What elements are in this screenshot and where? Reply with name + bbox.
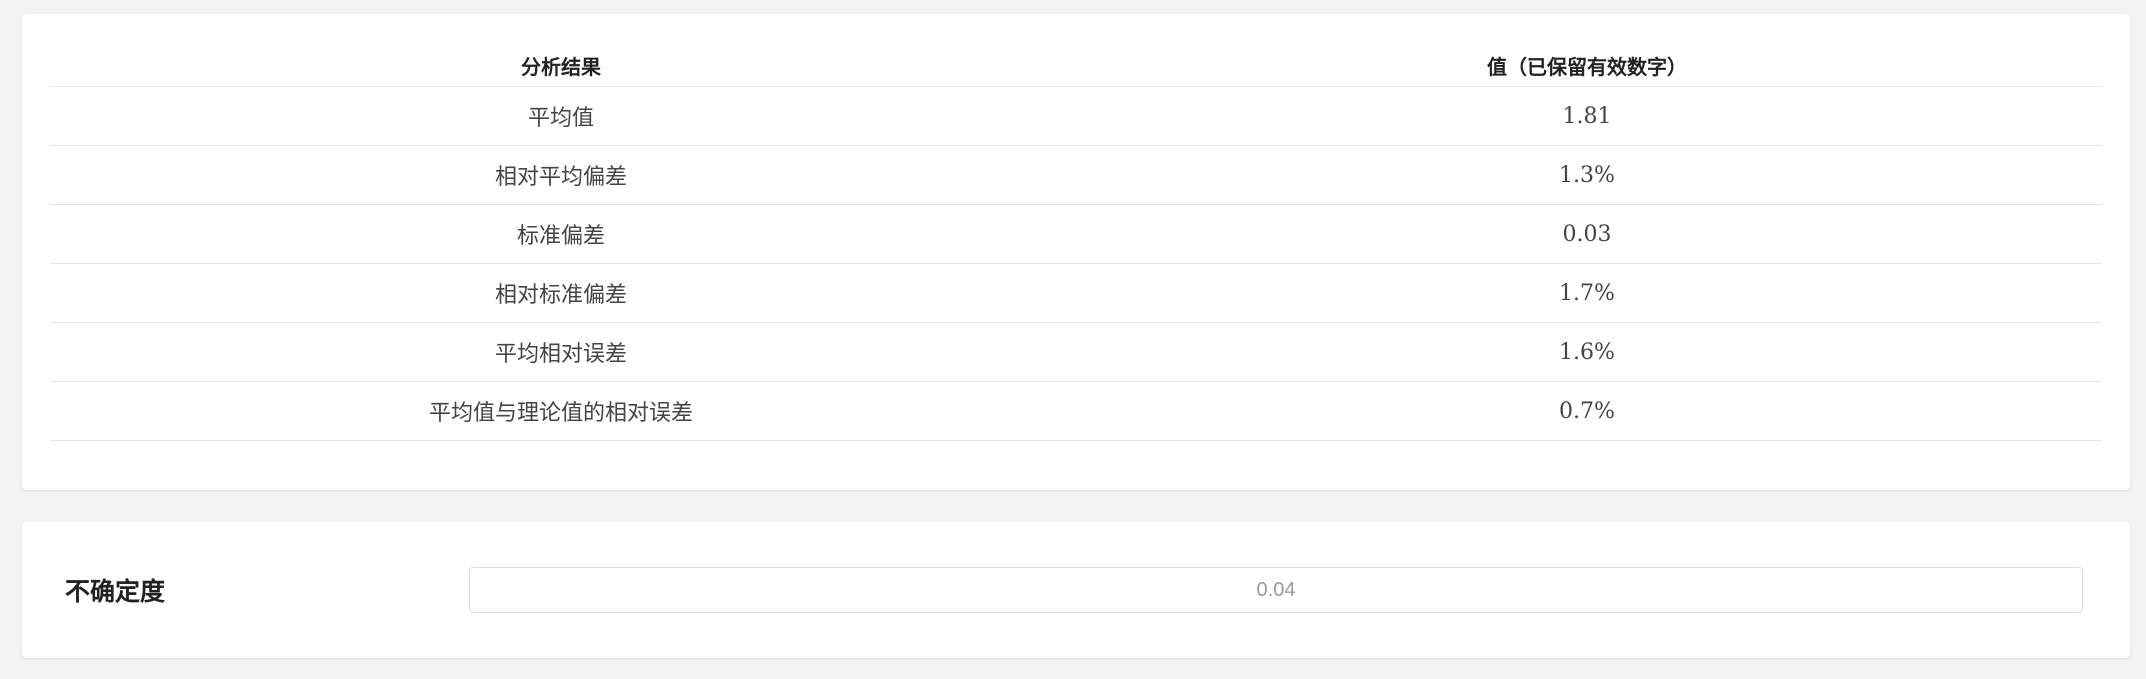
row-label-relative-mean-deviation: 相对平均偏差 <box>50 145 1072 205</box>
table-header-row: 分析结果 值（已保留有效数字） <box>50 44 2102 87</box>
row-label-relative-standard-deviation: 相对标准偏差 <box>50 263 1072 323</box>
table-row: 相对平均偏差 1.3% <box>50 145 2102 205</box>
row-value-relative-error-vs-theory: 0.7% <box>1072 381 2102 441</box>
row-value-relative-standard-deviation: 1.7% <box>1072 263 2102 323</box>
row-value-standard-deviation: 0.03 <box>1072 204 2102 264</box>
row-label-relative-error-vs-theory: 平均值与理论值的相对误差 <box>50 381 1072 441</box>
row-value-mean-relative-error: 1.6% <box>1072 322 2102 382</box>
row-value-mean: 1.81 <box>1072 86 2102 146</box>
header-analysis-result: 分析结果 <box>50 44 1072 87</box>
table-row: 平均相对误差 1.6% <box>50 322 2102 382</box>
results-card: 分析结果 值（已保留有效数字） 平均值 1.81 相对平均偏差 1.3% 标准偏… <box>22 14 2130 490</box>
row-label-mean-relative-error: 平均相对误差 <box>50 322 1072 382</box>
uncertainty-input[interactable] <box>469 567 2083 613</box>
row-label-standard-deviation: 标准偏差 <box>50 204 1072 264</box>
row-value-relative-mean-deviation: 1.3% <box>1072 145 2102 205</box>
header-value: 值（已保留有效数字） <box>1072 44 2102 87</box>
uncertainty-card: 不确定度 <box>22 522 2130 658</box>
row-label-mean: 平均值 <box>50 86 1072 146</box>
table-row: 相对标准偏差 1.7% <box>50 263 2102 323</box>
uncertainty-label: 不确定度 <box>65 577 166 606</box>
table-row: 平均值与理论值的相对误差 0.7% <box>50 381 2102 441</box>
table-row: 标准偏差 0.03 <box>50 204 2102 264</box>
results-table: 分析结果 值（已保留有效数字） 平均值 1.81 相对平均偏差 1.3% 标准偏… <box>50 44 2102 441</box>
table-row: 平均值 1.81 <box>50 86 2102 146</box>
